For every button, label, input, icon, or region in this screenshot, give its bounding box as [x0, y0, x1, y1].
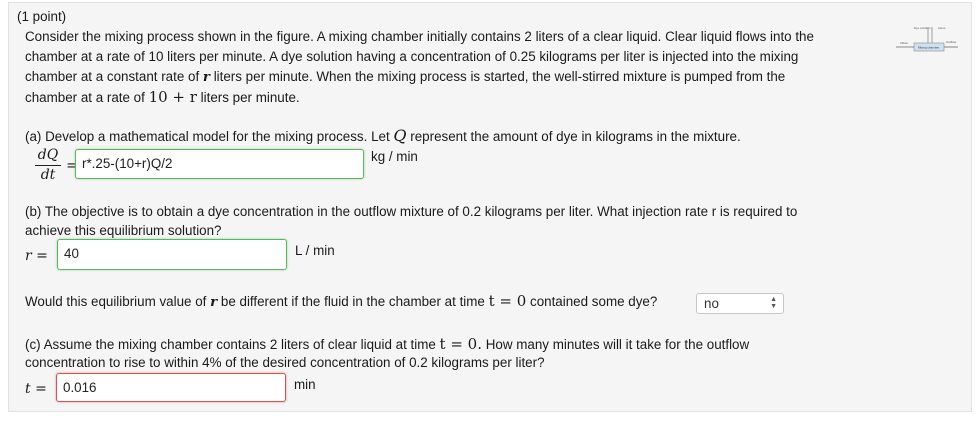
fraction-numerator: dQ [37, 147, 59, 163]
part-a-unit: kg / min [371, 149, 418, 164]
dye-answer-select[interactable]: no ▲ ▼ [696, 293, 784, 314]
part-a-prompt: (a) Develop a mathematical model for the… [25, 126, 741, 145]
intro-line-3: chamber at a constant rate of r liters p… [25, 69, 786, 85]
mixing-figure: Dye solution Liters Mixing chamber Inflo… [894, 23, 960, 53]
problem-panel: (1 point) Consider the mixing process sh… [8, 2, 972, 412]
intro-line-1: Consider the mixing process shown in the… [25, 29, 814, 44]
dye-question: Would this equilibrium value of r be dif… [25, 292, 658, 310]
figure-liters-label: Liters [938, 26, 946, 30]
r-answer-input[interactable]: 40 [57, 239, 287, 270]
select-arrows-icon: ▲ ▼ [770, 296, 777, 310]
t-answer-input[interactable]: 0.016 [56, 373, 286, 402]
r-label: r = [25, 248, 48, 264]
part-c-line-2: concentration to rise to within 4% of th… [25, 355, 545, 370]
part-b-unit: L / min [295, 243, 335, 258]
figure-chamber-label: Mixing chamber [918, 46, 939, 50]
figure-inflow-label: Inflow [900, 41, 909, 45]
dq-dt-fraction: dQ dt [35, 147, 61, 183]
t-label: t = [25, 381, 47, 397]
intro-line-2: chamber at a rate of 10 liters per minut… [25, 49, 799, 64]
figure-outflow-label: Outflow [946, 40, 957, 44]
intro-line-4: chamber at a rate of 10 + r liters per m… [25, 88, 300, 106]
part-c-line-1: (c) Assume the mixing chamber contains 2… [25, 335, 750, 353]
fraction-denominator: dt [40, 167, 56, 183]
points-label: (1 point) [17, 9, 67, 24]
part-b-line-2: achieve this equilibrium solution? [25, 223, 222, 238]
dye-answer-value: no [704, 296, 719, 311]
part-b-line-1: (b) The objective is to obtain a dye con… [25, 204, 798, 219]
dq-dt-answer-input[interactable]: r*.25-(10+r)Q/2 [75, 149, 364, 179]
part-c-unit: min [294, 377, 316, 392]
